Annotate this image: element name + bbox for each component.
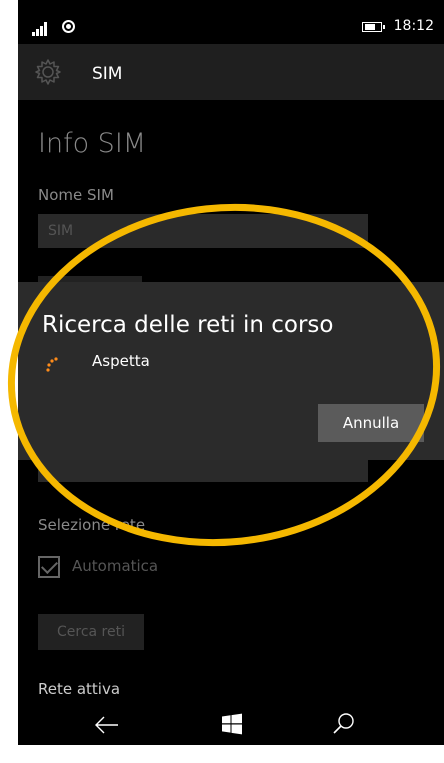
signal-strength-icon [32, 22, 52, 36]
loading-spinner-icon [46, 357, 58, 372]
phone-screen: 18:12 SIM Info SIM Nome SIM SIM Selezion… [18, 0, 444, 745]
search-networks-button[interactable]: Cerca reti [38, 614, 144, 650]
location-icon [62, 20, 75, 33]
network-field-partial[interactable] [38, 460, 368, 482]
automatic-label: Automatica [72, 557, 159, 575]
back-arrow-icon[interactable] [92, 713, 120, 737]
navigation-bar [18, 705, 444, 745]
gear-icon [35, 59, 61, 85]
dialog-message: Aspetta [92, 352, 150, 370]
status-time: 18:12 [393, 18, 434, 34]
network-selection-label: Selezione rete [38, 516, 146, 534]
battery-icon [362, 22, 385, 32]
active-network-label: Rete attiva [38, 680, 121, 698]
sim-name-field[interactable]: SIM [38, 214, 368, 248]
dialog-title: Ricerca delle reti in corso [42, 312, 334, 338]
status-bar: 18:12 [18, 0, 444, 44]
app-header: SIM [18, 44, 444, 100]
sim-name-label: Nome SIM [38, 186, 114, 204]
search-icon[interactable] [331, 711, 357, 737]
cancel-button[interactable]: Annulla [318, 404, 424, 442]
automatic-checkbox[interactable] [38, 556, 60, 578]
progress-dialog: Ricerca delle reti in corso Aspetta Annu… [18, 282, 444, 460]
header-title: SIM [92, 64, 123, 84]
page-title: Info SIM [38, 128, 147, 159]
windows-start-icon[interactable] [221, 713, 243, 735]
